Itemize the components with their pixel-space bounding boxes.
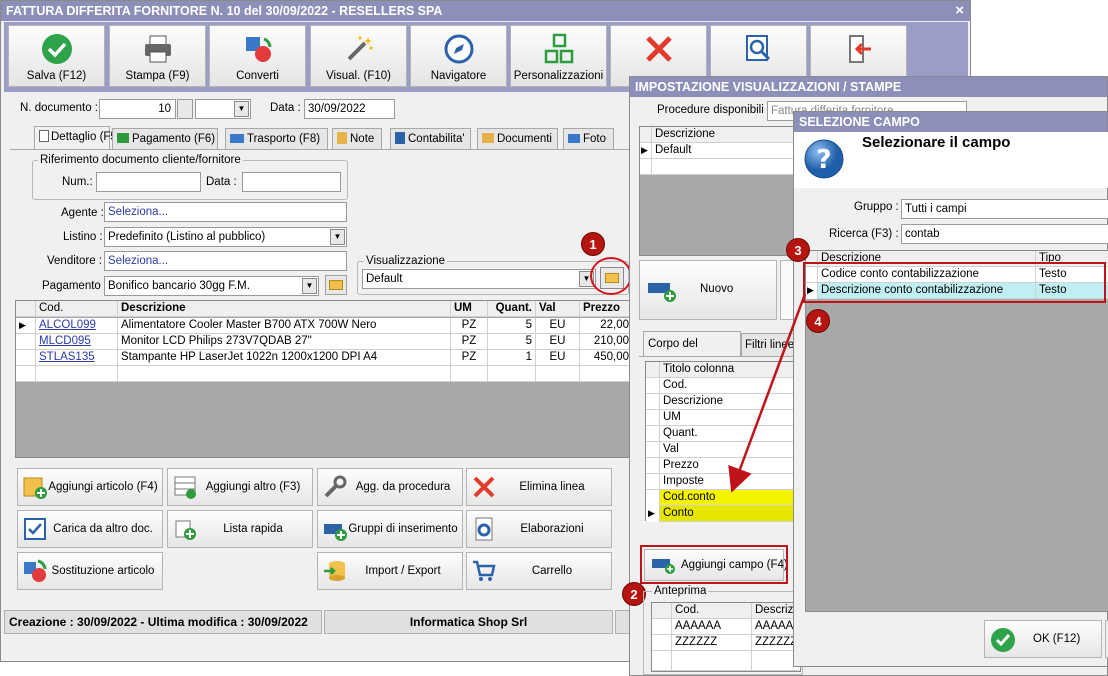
- annotation-arrow: [728, 293, 807, 493]
